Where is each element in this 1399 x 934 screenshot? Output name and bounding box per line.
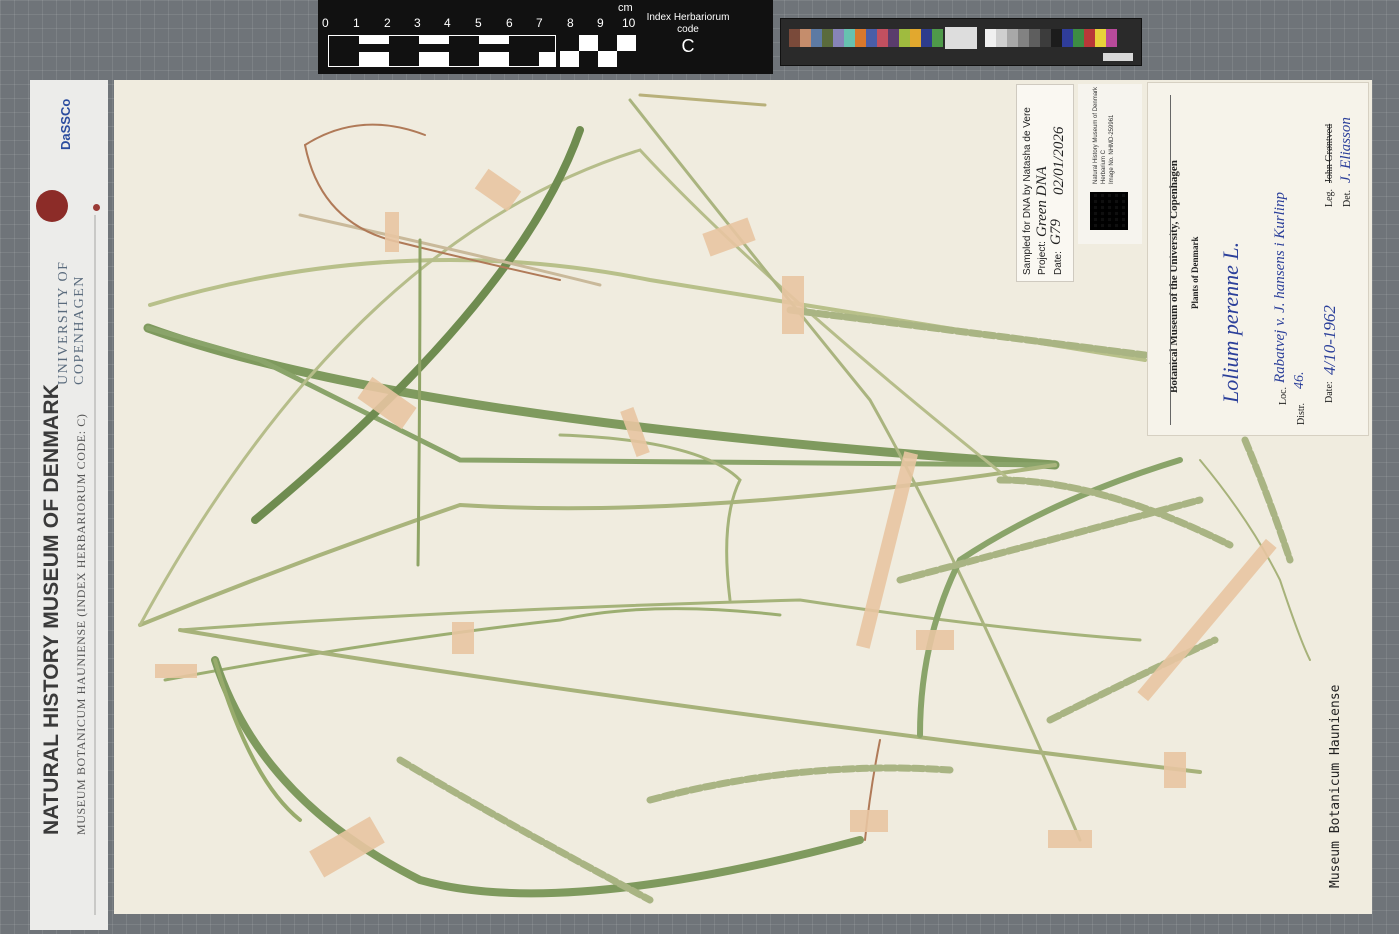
label-det-label: Det. xyxy=(1342,190,1353,207)
image-tag-line3: Image No. NHMD-259961 xyxy=(1109,114,1115,184)
dna-date-label: Date: xyxy=(1053,251,1064,275)
label-leg-value: John Grøntved xyxy=(1324,123,1335,183)
label-leg-label: Leg. xyxy=(1324,188,1335,207)
image-tag-line1: Natural History Museum of Denmark xyxy=(1093,86,1099,184)
label-region: Plants of Denmark xyxy=(1190,236,1200,310)
label-rule xyxy=(1170,95,1171,425)
label-det-value: J. Eliasson xyxy=(1338,117,1354,183)
dna-project-code: G79 xyxy=(1048,219,1064,245)
label-date-label: Date: xyxy=(1324,381,1335,403)
dna-project-label: Project: xyxy=(1037,241,1048,275)
image-number-tag: Natural History Museum of Denmark Herbar… xyxy=(1078,84,1142,244)
image-tag-line2: Herbarium C xyxy=(1101,149,1107,184)
qr-code-icon xyxy=(1090,192,1128,230)
label-distr-value: 46. xyxy=(1292,371,1307,390)
label-loc-label: Loc. xyxy=(1278,386,1289,405)
label-distr-label: Distr. xyxy=(1296,403,1307,425)
dna-date-value: 02/01/2026 xyxy=(1051,126,1067,195)
herbarium-label: Botanical Museum of the University, Cope… xyxy=(1147,82,1369,436)
specimen-image: { "scale_bar": { "unit": "cm", "ticks": … xyxy=(0,0,1399,934)
label-date-value: 4/10-1962 xyxy=(1320,305,1339,375)
museum-stamp: Museum Botanicum Hauniense xyxy=(1328,684,1343,889)
label-loc-value: Rabatvej v. J. hansens i Kurlinp xyxy=(1272,192,1288,383)
label-species: Lolium perenne L. xyxy=(1218,241,1243,403)
dna-sampled-by: Sampled for DNA by Natasha de Vere xyxy=(1022,107,1033,275)
dna-sample-label: Sampled for DNA by Natasha de Vere Proje… xyxy=(1016,84,1074,282)
